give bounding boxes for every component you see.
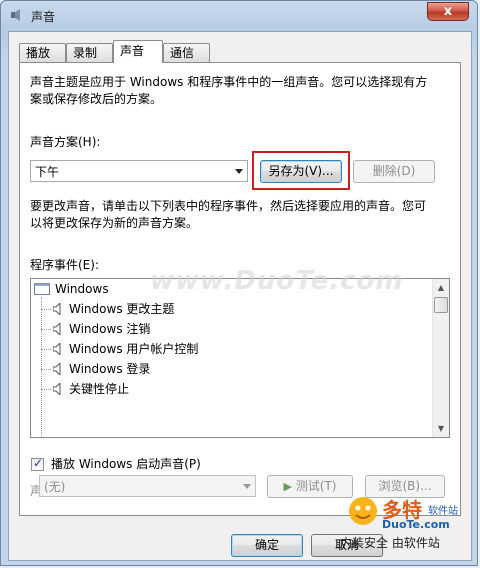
logo-small-text: 软件站: [428, 506, 458, 517]
tree-connector: [41, 297, 42, 437]
tree-root-label: Windows: [53, 279, 111, 299]
intro-text-line2: 案或保存修改后的方案。: [30, 92, 163, 106]
logo-slogan-text: 内装安全 由软件站: [340, 536, 440, 550]
logo-mascot-icon: [349, 497, 377, 525]
speaker-icon: [53, 303, 61, 315]
startup-sound-checkbox[interactable]: ✓: [31, 456, 44, 471]
startup-checkbox-label: 播放 Windows 启动声音(P): [51, 457, 201, 471]
dialog-client-area: 播放 录制 声音 通信 声音主题是应用于 Windows 和程序事件中的一组声音…: [8, 31, 472, 561]
tab-sounds[interactable]: 声音: [113, 40, 163, 63]
tab-playback[interactable]: 播放: [19, 43, 66, 62]
change-text-line2: 以将更改保存为新的声音方案。: [30, 216, 199, 230]
speaker-icon: [53, 323, 61, 335]
chevron-down-icon: [235, 169, 243, 174]
play-icon: ▶: [283, 480, 292, 493]
scheme-selected-value: 下午: [35, 165, 60, 179]
window-title: 声音: [31, 10, 56, 24]
scroll-thumb[interactable]: [434, 297, 448, 313]
duote-logo: 多特 软件站 DuoTe.com 内装安全 由软件站: [340, 490, 480, 550]
speaker-icon: [53, 383, 61, 395]
sound-selected-value: (无): [44, 480, 66, 494]
chevron-down-icon: [243, 484, 251, 489]
tab-recording[interactable]: 录制: [66, 43, 113, 62]
test-button-label: 测试(T): [295, 479, 337, 493]
checkmark-icon: ✓: [33, 456, 44, 470]
intro-text-line1: 声音主题是应用于 Windows 和程序事件中的一组声音。您可以选择现有方: [30, 75, 428, 89]
scheme-dropdown[interactable]: 下午: [30, 160, 248, 182]
scroll-down-icon[interactable]: ▼: [433, 420, 449, 437]
speaker-icon: [53, 343, 61, 355]
ok-button[interactable]: 确定: [231, 534, 303, 557]
speaker-icon: [53, 363, 61, 375]
speaker-icon: [11, 9, 20, 21]
change-text-line1: 要更改声音，请单击以下列表中的程序事件，然后选择要应用的声音。您可: [30, 199, 427, 213]
scheme-label: 声音方案(H):: [30, 135, 101, 149]
sound-dropdown[interactable]: (无): [39, 475, 256, 497]
scroll-up-icon[interactable]: ▲: [433, 279, 449, 296]
windows-folder-icon: [34, 283, 50, 295]
logo-domain-text: DuoTe.com: [382, 518, 450, 531]
events-label: 程序事件(E):: [30, 258, 99, 272]
save-as-button[interactable]: 另存为(V)...: [260, 160, 342, 183]
delete-button[interactable]: 删除(D): [353, 160, 435, 183]
close-button[interactable]: x: [427, 2, 469, 21]
list-scrollbar[interactable]: ▲ ▼: [432, 279, 449, 437]
tab-communications[interactable]: 通信: [163, 43, 210, 62]
program-events-list[interactable]: Windows Windows 更改主题 Windows 注销 Windows: [30, 278, 450, 438]
title-bar[interactable]: 声音 x: [1, 1, 477, 31]
watermark-text: www.DuoTe.com: [150, 266, 404, 296]
